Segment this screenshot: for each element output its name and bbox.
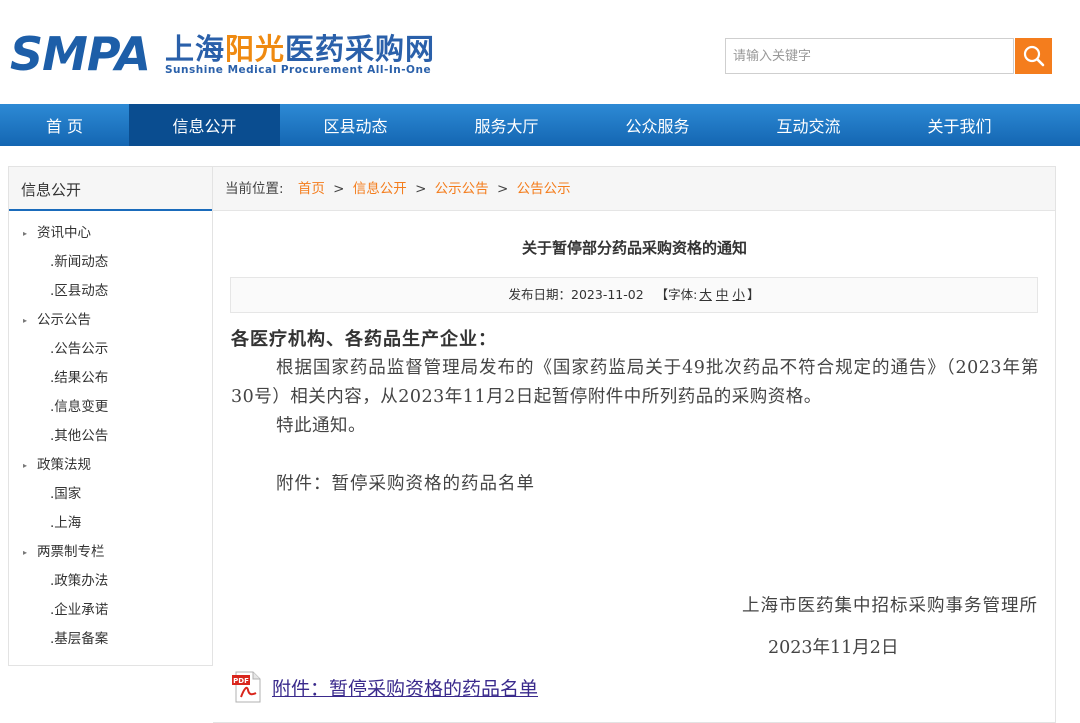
- sidebar-category-news-center[interactable]: ▸ 资讯中心: [9, 219, 212, 248]
- attachment-link[interactable]: 附件：暂停采购资格的药品名单: [272, 674, 538, 701]
- main-nav: 首 页 信息公开 区县动态 服务大厅 公众服务 互动交流 关于我们: [0, 104, 1080, 146]
- sidebar-menu: ▸ 资讯中心 .新闻动态 .区县动态 ▸ 公示公告 .公告公示 .结果公布 .信…: [9, 211, 212, 654]
- article-salutation: 各医疗机构、各药品生产企业：: [231, 329, 497, 350]
- logo-chinese-name: 上海阳光医药采购网: [165, 32, 435, 66]
- attachment-download[interactable]: PDF 附件：暂停采购资格的药品名单: [230, 667, 538, 707]
- sidebar-category-label: 两票制专栏: [37, 544, 105, 560]
- pdf-icon: PDF: [232, 671, 261, 703]
- font-size-label-close: 】: [746, 287, 760, 302]
- sidebar-item-district[interactable]: .区县动态: [9, 277, 212, 306]
- sidebar-item-other[interactable]: .其他公告: [9, 422, 212, 451]
- article-body: 各医疗机构、各药品生产企业： 根据国家药品监督管理局发布的《国家药监局关于49批…: [231, 325, 1039, 499]
- main-content: 当前位置: 首页 > 信息公开 > 公示公告 > 公告公示 关于暂停部分药品采购…: [213, 166, 1056, 723]
- breadcrumb-separator: >: [333, 181, 345, 197]
- breadcrumb: 当前位置: 首页 > 信息公开 > 公示公告 > 公告公示: [213, 167, 1055, 211]
- nav-about-us[interactable]: 关于我们: [884, 104, 1035, 146]
- sidebar-item-changes[interactable]: .信息变更: [9, 393, 212, 422]
- triangle-right-icon: ▸: [23, 229, 28, 238]
- nav-public-service[interactable]: 公众服务: [582, 104, 733, 146]
- article-paragraph: 特此通知。: [276, 416, 366, 436]
- sidebar: 信息公开 ▸ 资讯中心 .新闻动态 .区县动态 ▸ 公示公告 .公告公示 .结果…: [8, 166, 213, 666]
- triangle-right-icon: ▸: [23, 548, 28, 557]
- triangle-right-icon: ▸: [23, 461, 28, 470]
- sidebar-category-announcements[interactable]: ▸ 公示公告: [9, 306, 212, 335]
- sidebar-item-policy-methods[interactable]: .政策办法: [9, 567, 212, 596]
- sidebar-item-notices[interactable]: .公告公示: [9, 335, 212, 364]
- svg-text:PDF: PDF: [233, 677, 249, 685]
- logo-cn-part3: 医药: [285, 32, 346, 66]
- sidebar-item-commitments[interactable]: .企业承诺: [9, 596, 212, 625]
- sidebar-category-label: 公示公告: [37, 312, 91, 328]
- article-meta: 发布日期：2023-11-02 【字体: 大中小】: [230, 277, 1038, 313]
- logo-cn-part4: 采购网: [345, 32, 436, 66]
- nav-district-news[interactable]: 区县动态: [280, 104, 431, 146]
- sidebar-item-results[interactable]: .结果公布: [9, 364, 212, 393]
- sidebar-item-news[interactable]: .新闻动态: [9, 248, 212, 277]
- sidebar-category-policies[interactable]: ▸ 政策法规: [9, 451, 212, 480]
- sidebar-category-label: 资讯中心: [37, 225, 91, 241]
- article-sign-date: 2023年11月2日: [768, 638, 899, 658]
- logo-cn-part1: 上海: [165, 32, 226, 66]
- logo-abbreviation: SMPA: [10, 27, 151, 81]
- breadcrumb-home[interactable]: 首页: [298, 181, 325, 197]
- nav-interaction[interactable]: 互动交流: [733, 104, 884, 146]
- breadcrumb-separator: >: [496, 181, 509, 197]
- font-size-small-link[interactable]: 小: [732, 287, 745, 302]
- site-header: SMPA 上海阳光医药采购网 Sunshine Medical Procurem…: [0, 0, 1080, 104]
- search-input[interactable]: [725, 38, 1014, 74]
- breadcrumb-separator: >: [415, 181, 427, 197]
- article-paragraph: 根据国家药品监督管理局发布的《国家药监局关于49批次药品不符合规定的通告》（20…: [231, 358, 1039, 407]
- sidebar-title: 信息公开: [9, 167, 212, 211]
- breadcrumb-prefix: 当前位置:: [225, 181, 284, 197]
- article-attachment-note: 附件：暂停采购资格的药品名单: [276, 474, 535, 494]
- publish-date: 发布日期：2023-11-02: [508, 287, 644, 302]
- search-button[interactable]: [1015, 38, 1052, 74]
- nav-info-disclosure[interactable]: 信息公开: [129, 104, 280, 146]
- breadcrumb-notices[interactable]: 公告公示: [517, 181, 571, 197]
- sidebar-category-two-invoice[interactable]: ▸ 两票制专栏: [9, 538, 212, 567]
- sidebar-item-national[interactable]: .国家: [9, 480, 212, 509]
- breadcrumb-announcements[interactable]: 公示公告: [435, 181, 489, 197]
- article-signature: 上海市医药集中招标采购事务管理所: [742, 596, 1038, 616]
- search-icon: [1023, 45, 1044, 67]
- triangle-right-icon: ▸: [23, 316, 28, 325]
- font-size-label: 【字体:: [655, 287, 698, 302]
- logo-cn-part2: 阳光: [225, 32, 286, 66]
- logo-english-name: Sunshine Medical Procurement All-In-One: [165, 64, 432, 76]
- font-size-medium-link[interactable]: 中: [716, 287, 729, 302]
- sidebar-item-filing[interactable]: .基层备案: [9, 625, 212, 654]
- breadcrumb-info-disclosure[interactable]: 信息公开: [353, 181, 407, 197]
- sidebar-category-label: 政策法规: [37, 457, 91, 473]
- sidebar-item-shanghai[interactable]: .上海: [9, 509, 212, 538]
- nav-home[interactable]: 首 页: [0, 104, 129, 146]
- nav-service-hall[interactable]: 服务大厅: [431, 104, 582, 146]
- font-size-large-link[interactable]: 大: [699, 287, 712, 302]
- article-title: 关于暂停部分药品采购资格的通知: [521, 239, 747, 257]
